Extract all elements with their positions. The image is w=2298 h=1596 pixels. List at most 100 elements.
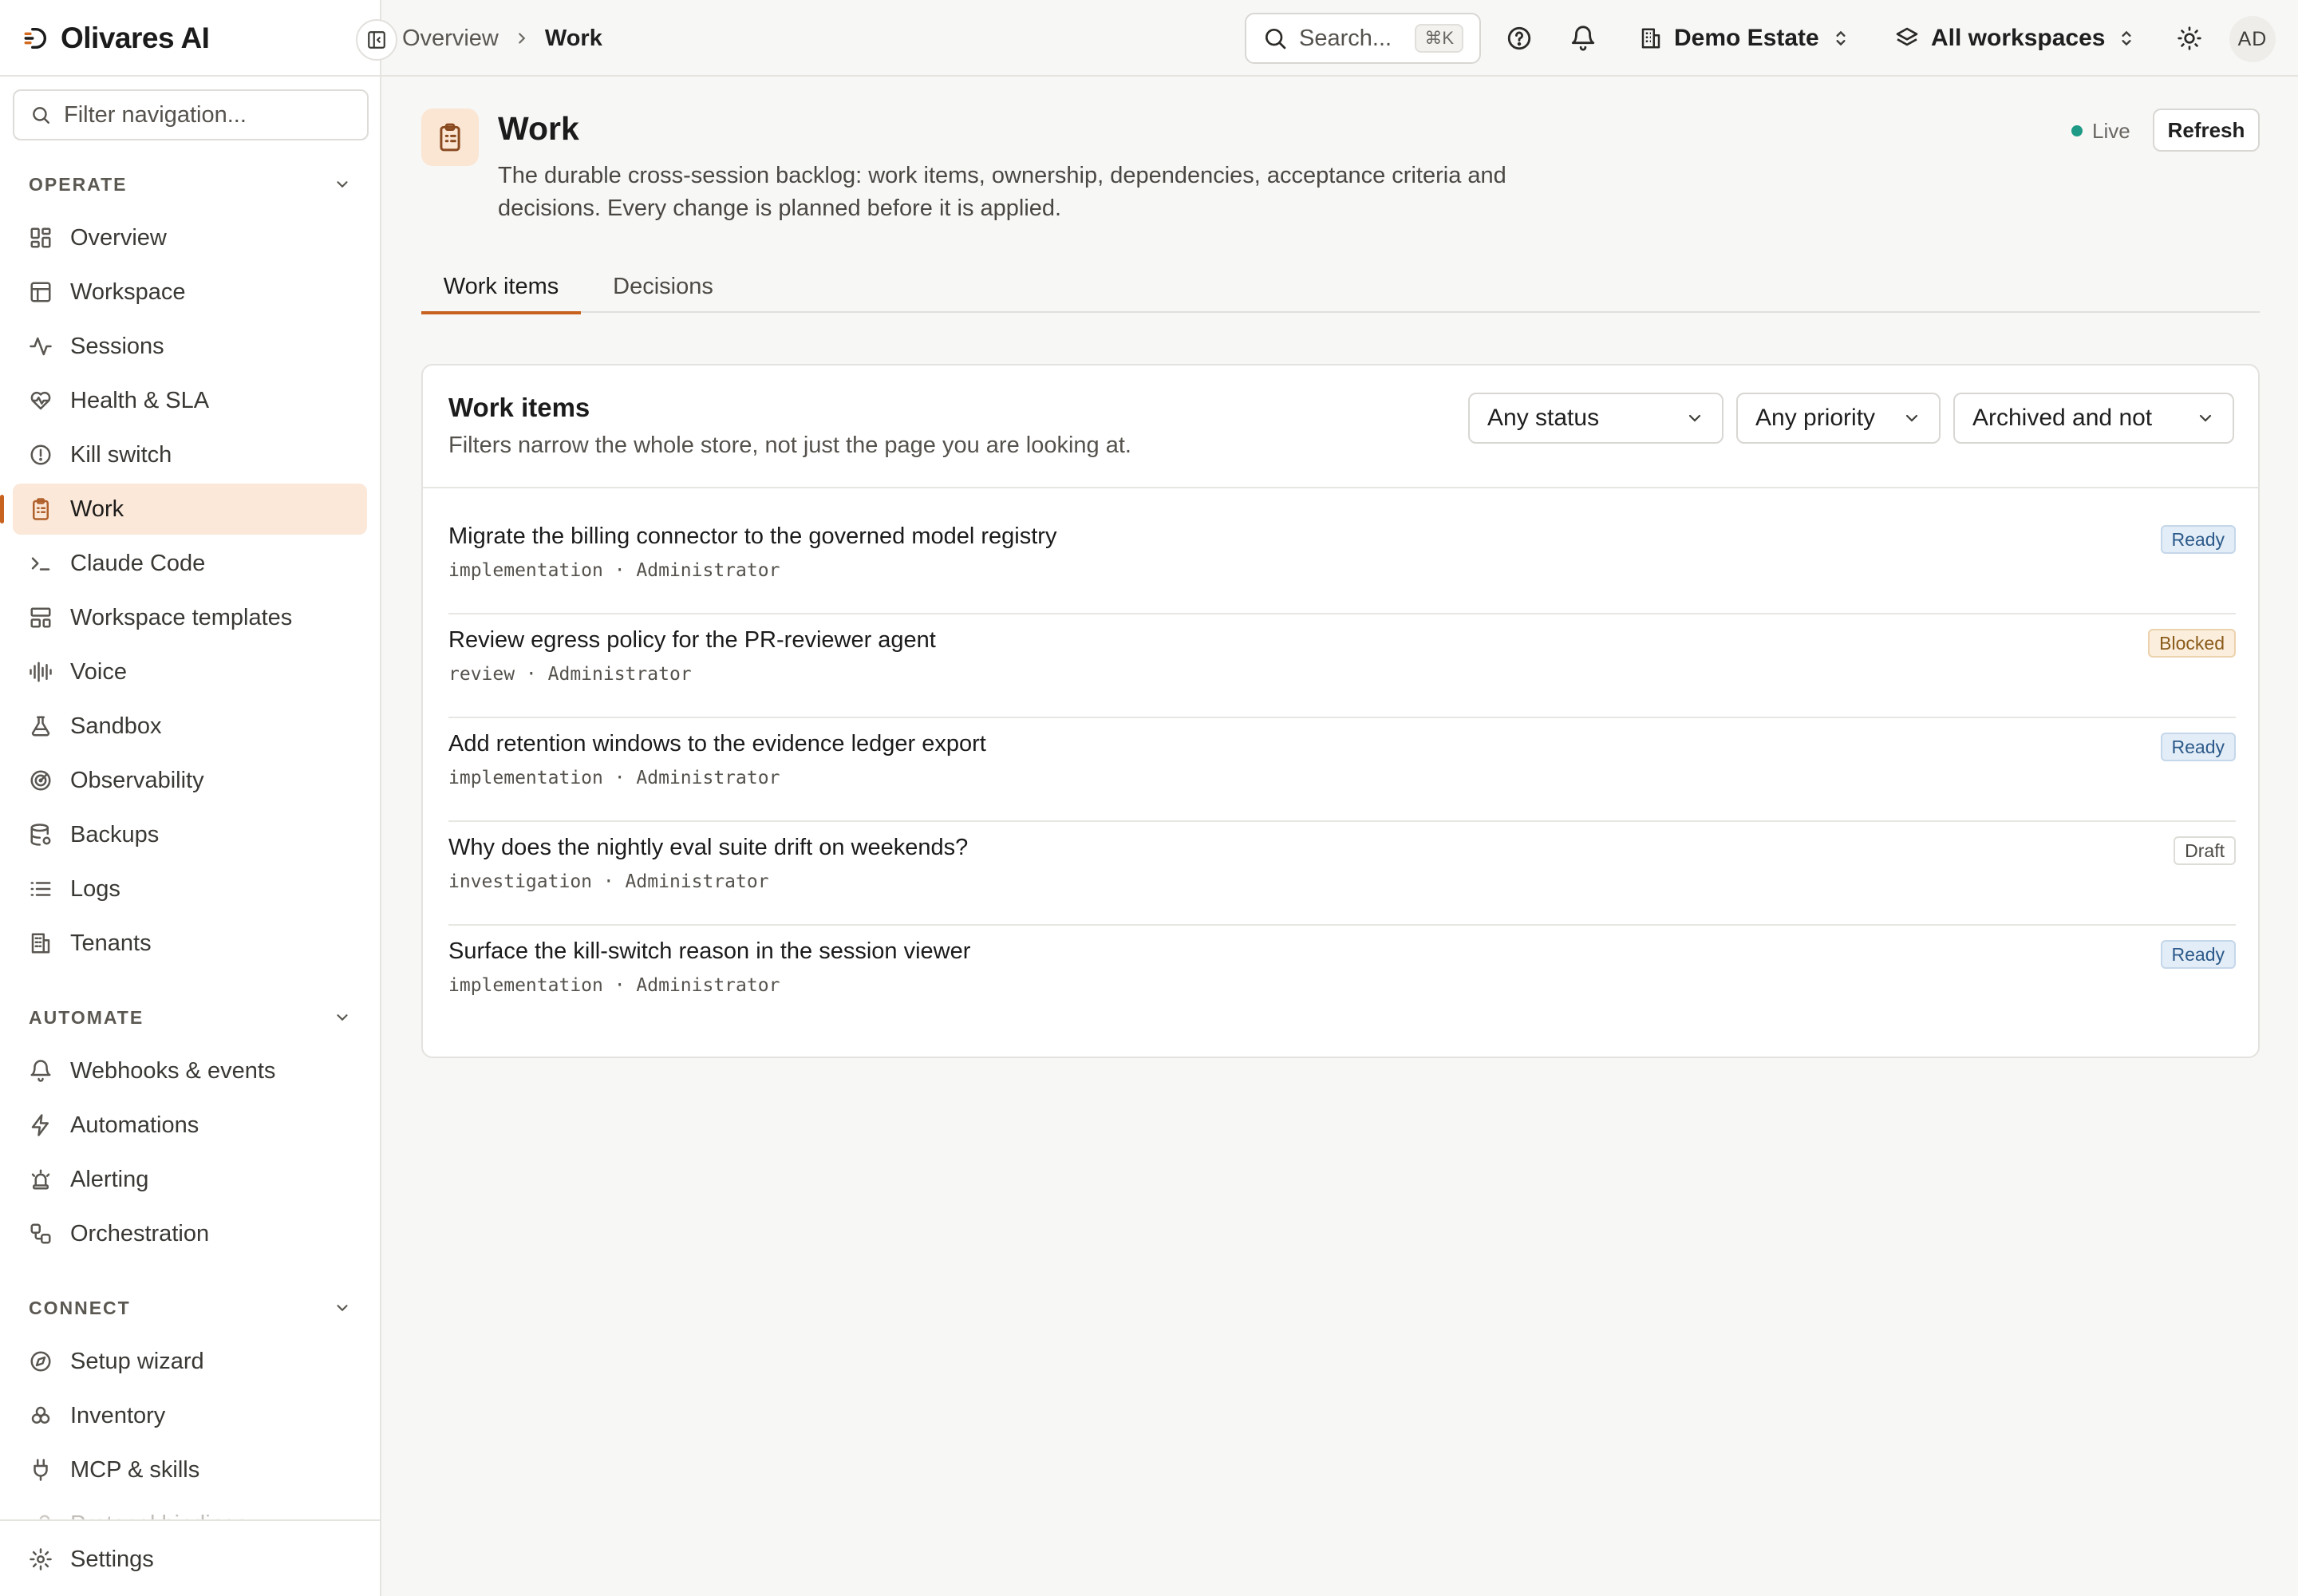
sidebar-item-backups[interactable]: Backups bbox=[13, 809, 367, 860]
work-item-title[interactable]: Add retention windows to the evidence le… bbox=[448, 731, 986, 757]
sidebar-item-label: Setup wizard bbox=[70, 1348, 204, 1374]
status-filter-select[interactable]: Any status bbox=[1468, 393, 1724, 444]
work-item-row[interactable]: Why does the nightly eval suite drift on… bbox=[448, 822, 2236, 926]
nav-section-title: OPERATE bbox=[29, 173, 128, 195]
filter-navigation-input[interactable] bbox=[64, 101, 351, 128]
status-badge: Ready bbox=[2160, 733, 2236, 761]
notifications-button[interactable] bbox=[1564, 19, 1602, 57]
help-button[interactable] bbox=[1500, 19, 1538, 57]
filter-navigation-field[interactable] bbox=[13, 89, 369, 140]
sidebar-item-setup-wizard[interactable]: Setup wizard bbox=[13, 1336, 367, 1387]
live-indicator-dot bbox=[2071, 125, 2083, 136]
work-items-list: Migrate the billing connector to the gov… bbox=[448, 511, 2236, 1029]
chevron-down-icon bbox=[337, 181, 348, 188]
org-switcher[interactable]: Demo Estate bbox=[1639, 18, 1851, 59]
sidebar-item-claude-code[interactable]: Claude Code bbox=[13, 538, 367, 589]
work-item-row[interactable]: Migrate the billing connector to the gov… bbox=[448, 511, 2236, 614]
card-subtitle: Filters narrow the whole store, not just… bbox=[448, 433, 1131, 458]
sidebar-item-label: Workspace bbox=[70, 279, 186, 305]
sidebar-item-protocol-bindings[interactable]: Protocol bindings bbox=[13, 1499, 367, 1519]
sidebar-item-logs[interactable]: Logs bbox=[13, 863, 367, 915]
sidebar-item-inventory[interactable]: Inventory bbox=[13, 1390, 367, 1441]
sidebar-item-tenants[interactable]: Tenants bbox=[13, 918, 367, 969]
sidebar-item-orchestration[interactable]: Orchestration bbox=[13, 1208, 367, 1259]
sidebar-item-mcp-skills[interactable]: MCP & skills bbox=[13, 1444, 367, 1495]
sidebar-item-webhooks-events[interactable]: Webhooks & events bbox=[13, 1045, 367, 1096]
audio-lines-icon bbox=[30, 662, 52, 682]
sidebar-item-sessions[interactable]: Sessions bbox=[13, 321, 367, 372]
sidebar-item-label: Overview bbox=[70, 224, 167, 251]
sidebar-item-label: Orchestration bbox=[70, 1220, 210, 1246]
zap-icon bbox=[31, 1114, 49, 1136]
refresh-button[interactable]: Refresh bbox=[2153, 109, 2260, 152]
work-item-meta: investigation · Administrator bbox=[448, 871, 769, 892]
sidebar-item-overview[interactable]: Overview bbox=[13, 212, 367, 263]
search-shortcut-hint: ⌘K bbox=[1415, 24, 1463, 53]
sidebar-item-automations[interactable]: Automations bbox=[13, 1100, 367, 1151]
clipboard-list-icon bbox=[33, 498, 49, 520]
work-item-title[interactable]: Review egress policy for the PR-reviewer… bbox=[448, 627, 936, 654]
work-item-title[interactable]: Why does the nightly eval suite drift on… bbox=[448, 835, 968, 861]
settings-gear-icon bbox=[30, 1548, 52, 1570]
nav-section-header[interactable]: AUTOMATE bbox=[0, 990, 380, 1045]
sidebar-item-label: Health & SLA bbox=[70, 387, 210, 413]
page-title: Work bbox=[498, 110, 579, 147]
brand[interactable]: Olivares AI bbox=[22, 18, 210, 59]
work-item-row[interactable]: Review egress policy for the PR-reviewer… bbox=[448, 614, 2236, 718]
chevron-right-icon bbox=[519, 33, 526, 44]
sidebar-item-kill-switch[interactable]: Kill switch bbox=[13, 429, 367, 480]
sidebar-item-settings[interactable]: Settings bbox=[13, 1534, 367, 1585]
sidebar-item-label: Webhooks & events bbox=[70, 1057, 276, 1084]
building-icon bbox=[1641, 28, 1660, 49]
nav-section-title: AUTOMATE bbox=[29, 1006, 144, 1028]
tab-decisions[interactable]: Decisions bbox=[597, 260, 729, 313]
compass-icon bbox=[30, 1351, 51, 1372]
search-icon bbox=[33, 107, 49, 124]
global-search-button[interactable]: Search... ⌘K bbox=[1245, 13, 1481, 64]
sidebar-item-label: Inventory bbox=[70, 1402, 166, 1428]
sidebar-item-health-sla[interactable]: Health & SLA bbox=[13, 375, 367, 426]
terminal-icon bbox=[31, 557, 50, 571]
sidebar-item-label: Sandbox bbox=[70, 713, 162, 739]
sidebar-item-observability[interactable]: Observability bbox=[13, 755, 367, 806]
plug-icon bbox=[34, 1459, 48, 1481]
boxes-icon bbox=[31, 1406, 50, 1424]
sidebar-item-label: Backups bbox=[70, 821, 160, 847]
workspace-switcher[interactable]: All workspaces bbox=[1894, 18, 2137, 59]
user-avatar[interactable]: AD bbox=[2229, 16, 2276, 62]
database-backup-icon bbox=[30, 824, 51, 846]
chevron-down-icon bbox=[337, 1014, 348, 1021]
sidebar-item-workspace[interactable]: Workspace bbox=[13, 267, 367, 318]
sidebar-item-label: Automations bbox=[70, 1112, 199, 1138]
theme-toggle-button[interactable] bbox=[2170, 19, 2209, 57]
sidebar-nav[interactable]: OPERATE Overview Workspace Sessions Health &… bbox=[0, 156, 380, 1519]
activity-icon bbox=[30, 337, 52, 356]
tab-work-items[interactable]: Work items bbox=[421, 260, 581, 314]
nav-section-header[interactable]: OPERATE bbox=[0, 156, 380, 212]
sidebar-item-label: Voice bbox=[70, 658, 127, 685]
app-name: Olivares AI bbox=[61, 22, 210, 54]
sidebar-collapse-button[interactable] bbox=[356, 19, 397, 61]
sidebar-item-alerting[interactable]: Alerting bbox=[13, 1154, 367, 1205]
sidebar-item-label: Tenants bbox=[70, 930, 152, 956]
template-icon bbox=[30, 607, 51, 628]
work-item-title[interactable]: Migrate the billing connector to the gov… bbox=[448, 523, 1056, 550]
work-item-meta: implementation · Administrator bbox=[448, 560, 780, 581]
archived-filter-select[interactable]: Archived and not bbox=[1953, 393, 2234, 444]
nav-section-header[interactable]: CONNECT bbox=[0, 1280, 380, 1336]
priority-filter-select[interactable]: Any priority bbox=[1736, 393, 1941, 444]
workspace-switcher-label: All workspaces bbox=[1931, 25, 2106, 51]
header-divider bbox=[0, 75, 2298, 77]
work-item-title[interactable]: Surface the kill-switch reason in the se… bbox=[448, 938, 970, 965]
work-item-row[interactable]: Surface the kill-switch reason in the se… bbox=[448, 926, 2236, 1029]
work-item-row[interactable]: Add retention windows to the evidence le… bbox=[448, 718, 2236, 822]
breadcrumb-parent-link[interactable]: Overview bbox=[402, 26, 499, 52]
sidebar-item-work[interactable]: Work bbox=[0, 484, 367, 535]
sidebar-item-workspace-templates[interactable]: Workspace templates bbox=[13, 592, 367, 643]
sidebar-item-sandbox[interactable]: Sandbox bbox=[13, 701, 367, 752]
sidebar-item-voice[interactable]: Voice bbox=[13, 646, 367, 697]
building-icon bbox=[31, 933, 50, 954]
sun-icon bbox=[2178, 26, 2201, 50]
chevron-down-icon bbox=[1905, 414, 1918, 422]
